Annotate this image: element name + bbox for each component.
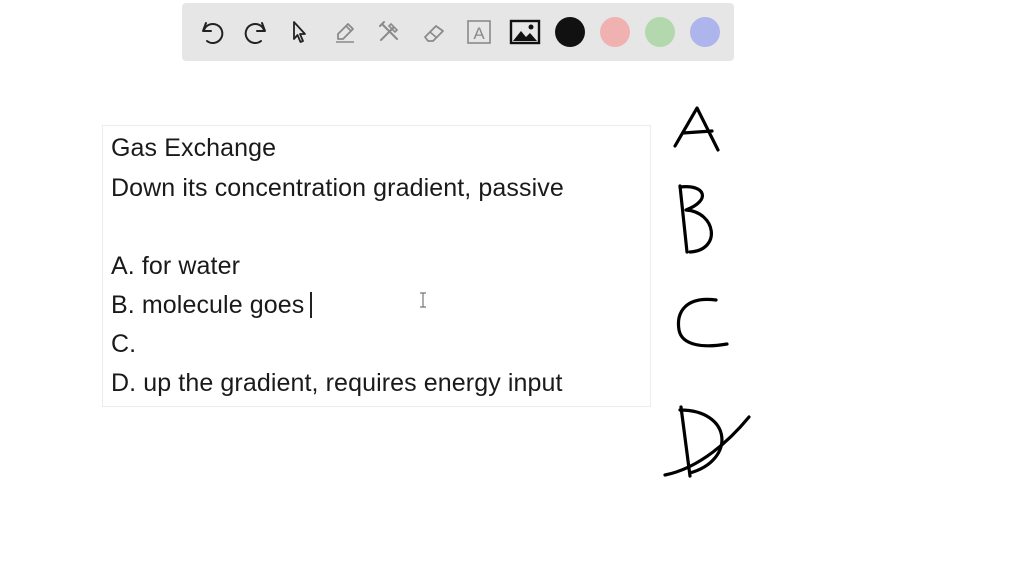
pointer-icon [285, 17, 315, 47]
text-line-definition: Down its concentration gradient, passive [111, 174, 564, 202]
undo-icon [197, 17, 227, 47]
handwritten-letter-d [678, 405, 724, 478]
text-tool-icon: A [464, 17, 494, 47]
text-tool-glyph: A [473, 24, 485, 43]
image-icon [509, 17, 541, 47]
color-swatch-green [645, 17, 675, 47]
text-line-option-b: B. molecule goes [111, 290, 313, 320]
ibeam-cursor-icon [419, 292, 427, 313]
text-tool-button[interactable]: A [461, 14, 497, 50]
color-swatch-red [600, 17, 630, 47]
eraser-tool-button[interactable] [416, 14, 452, 50]
color-green-button[interactable] [642, 14, 678, 50]
pen-tool-button[interactable] [327, 14, 363, 50]
drawing-toolbar: A [182, 3, 734, 61]
color-red-button[interactable] [597, 14, 633, 50]
undo-button[interactable] [194, 14, 230, 50]
text-line-option-d: D. up the gradient, requires energy inpu… [111, 369, 563, 397]
tools-icon [374, 17, 404, 47]
image-tool-button[interactable] [507, 14, 543, 50]
option-b-text: B. molecule goes [111, 291, 305, 319]
tools-button[interactable] [371, 14, 407, 50]
text-caret [310, 292, 313, 318]
select-tool-button[interactable] [282, 14, 318, 50]
text-line-title: Gas Exchange [111, 134, 277, 162]
color-black-button[interactable] [552, 14, 588, 50]
handwritten-strikethrough [663, 415, 751, 477]
color-swatch-blue [690, 17, 720, 47]
color-swatch-black [555, 17, 585, 47]
text-line-option-c: C. [111, 330, 137, 358]
redo-button[interactable] [238, 14, 274, 50]
text-line-option-a: A. for water [111, 252, 241, 280]
pen-icon [330, 17, 360, 47]
handwritten-letter-a [673, 106, 720, 152]
handwritten-letter-b [678, 184, 713, 254]
color-blue-button[interactable] [687, 14, 723, 50]
eraser-icon [419, 17, 449, 47]
handwritten-letter-c [676, 297, 729, 348]
redo-icon [241, 17, 271, 47]
text-box[interactable]: Gas Exchange Down its concentration grad… [102, 125, 651, 407]
whiteboard-canvas[interactable]: A Gas Exchange Down its concentration gr… [0, 0, 1024, 576]
